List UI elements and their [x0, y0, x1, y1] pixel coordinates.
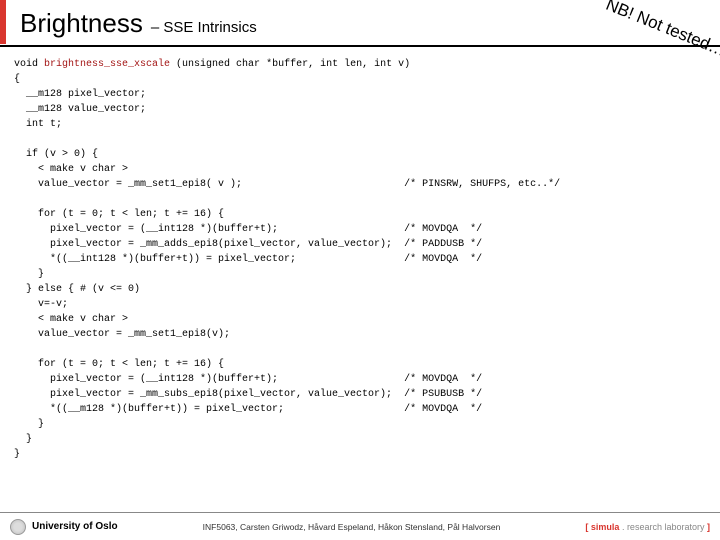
code-line: void	[14, 59, 44, 70]
code-line: }	[14, 419, 44, 430]
code-line: *((__m128 *)(buffer+t)) = pixel_vector;	[14, 404, 404, 415]
code-line: pixel_vector = _mm_adds_epi8(pixel_vecto…	[14, 239, 404, 250]
university-label: University of Oslo	[10, 519, 118, 535]
code-comment: /* MOVDQA */	[404, 374, 482, 385]
accent-bar	[0, 0, 6, 44]
code-comment: /* PINSRW, SHUFPS, etc..*/	[404, 179, 560, 190]
code-line: < make v char >	[14, 314, 128, 325]
code-line: for (t = 0; t < len; t += 16) {	[14, 359, 224, 370]
slide-title: Brightness	[20, 8, 143, 39]
lab-label: [ simula . research laboratory ]	[585, 522, 710, 532]
code-line: } else { # (v <= 0)	[14, 284, 140, 295]
code-line: __m128 pixel_vector;	[14, 89, 146, 100]
code-line: }	[14, 269, 44, 280]
code-line: < make v char >	[14, 164, 128, 175]
code-line: __m128 value_vector;	[14, 104, 146, 115]
code-comment: /* MOVDQA */	[404, 254, 482, 265]
code-line: int t;	[14, 119, 62, 130]
code-line: pixel_vector = (__int128 *)(buffer+t);	[14, 374, 404, 385]
code-line: for (t = 0; t < len; t += 16) {	[14, 209, 224, 220]
code-comment: /* MOVDQA */	[404, 224, 482, 235]
code-line: value_vector = _mm_set1_epi8(v);	[14, 329, 230, 340]
code-block: void brightness_sse_xscale (unsigned cha…	[0, 47, 720, 462]
code-line: value_vector = _mm_set1_epi8( v );	[14, 179, 404, 190]
university-seal-icon	[10, 519, 26, 535]
function-name: brightness_sse_xscale	[44, 59, 170, 70]
code-line: pixel_vector = (__int128 *)(buffer+t);	[14, 224, 404, 235]
code-comment: /* PSUBUSB */	[404, 389, 482, 400]
code-line: }	[14, 449, 20, 460]
code-line: {	[14, 74, 20, 85]
code-line: *((__int128 *)(buffer+t)) = pixel_vector…	[14, 254, 404, 265]
code-line: v=-v;	[14, 299, 68, 310]
code-line: (unsigned char *buffer, int len, int v)	[170, 59, 410, 70]
code-line: }	[14, 434, 32, 445]
slide-subtitle: – SSE Intrinsics	[151, 19, 257, 36]
lab-simula: simula	[591, 522, 620, 532]
bracket-close: ]	[707, 522, 710, 532]
code-comment: /* PADDUSB */	[404, 239, 482, 250]
course-info: INF5063, Carsten Griwodz, Håvard Espelan…	[203, 522, 501, 532]
code-comment: /* MOVDQA */	[404, 404, 482, 415]
code-line: pixel_vector = _mm_subs_epi8(pixel_vecto…	[14, 389, 404, 400]
slide-footer: University of Oslo INF5063, Carsten Griw…	[0, 512, 720, 540]
code-line: if (v > 0) {	[14, 149, 98, 160]
lab-rest: . research laboratory	[619, 522, 707, 532]
university-name: University of Oslo	[32, 521, 118, 532]
